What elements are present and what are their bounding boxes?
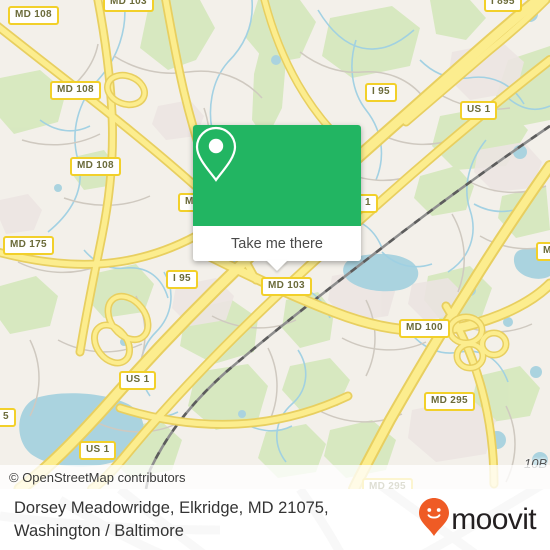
- road-shield: US 1: [460, 101, 498, 120]
- popup-card-pointer: [266, 260, 288, 271]
- take-me-there-button[interactable]: Take me there: [193, 226, 361, 261]
- destination-popup-card[interactable]: Take me there: [193, 125, 361, 271]
- road-shield: I 95: [365, 83, 397, 102]
- road-shield: 5: [0, 408, 16, 427]
- road-shield: MD 100: [399, 319, 450, 338]
- road-shield: I 895: [484, 0, 522, 12]
- osm-attribution: © OpenStreetMap contributors: [0, 465, 550, 489]
- road-shield: MD: [536, 242, 550, 261]
- road-shield: MD 103: [261, 277, 312, 296]
- moovit-logo[interactable]: moovit: [418, 497, 537, 542]
- road-shield: US 1: [119, 371, 157, 390]
- moovit-smile-pin-icon: [418, 497, 450, 542]
- footer-bar: Dorsey Meadowridge, Elkridge, MD 21075, …: [0, 489, 550, 550]
- osm-attribution-text: © OpenStreetMap contributors: [9, 469, 186, 485]
- moovit-wordmark: moovit: [451, 502, 536, 536]
- road-shield: MD 295: [424, 392, 475, 411]
- road-shield: MD 108: [8, 6, 59, 25]
- take-me-there-label: Take me there: [231, 235, 323, 252]
- address-line-2: Washington / Baltimore: [14, 521, 184, 540]
- address-text: Dorsey Meadowridge, Elkridge, MD 21075, …: [14, 497, 329, 543]
- road-shield: US 1: [79, 441, 117, 460]
- address-line-1: Dorsey Meadowridge, Elkridge, MD 21075,: [14, 498, 329, 517]
- map-canvas[interactable]: MD 108MD 103I 895MD 108I 95US 1MD 108MD1…: [0, 0, 550, 489]
- road-shield: MD 103: [103, 0, 154, 12]
- road-shield: MD 108: [50, 81, 101, 100]
- popup-card-header: [193, 125, 361, 226]
- road-shield: MD 175: [3, 236, 54, 255]
- footer-content: Dorsey Meadowridge, Elkridge, MD 21075, …: [0, 489, 550, 550]
- road-shield: MD 108: [70, 157, 121, 176]
- map-screenshot: MD 108MD 103I 895MD 108I 95US 1MD 108MD1…: [0, 0, 550, 550]
- road-shield: I 95: [166, 270, 198, 289]
